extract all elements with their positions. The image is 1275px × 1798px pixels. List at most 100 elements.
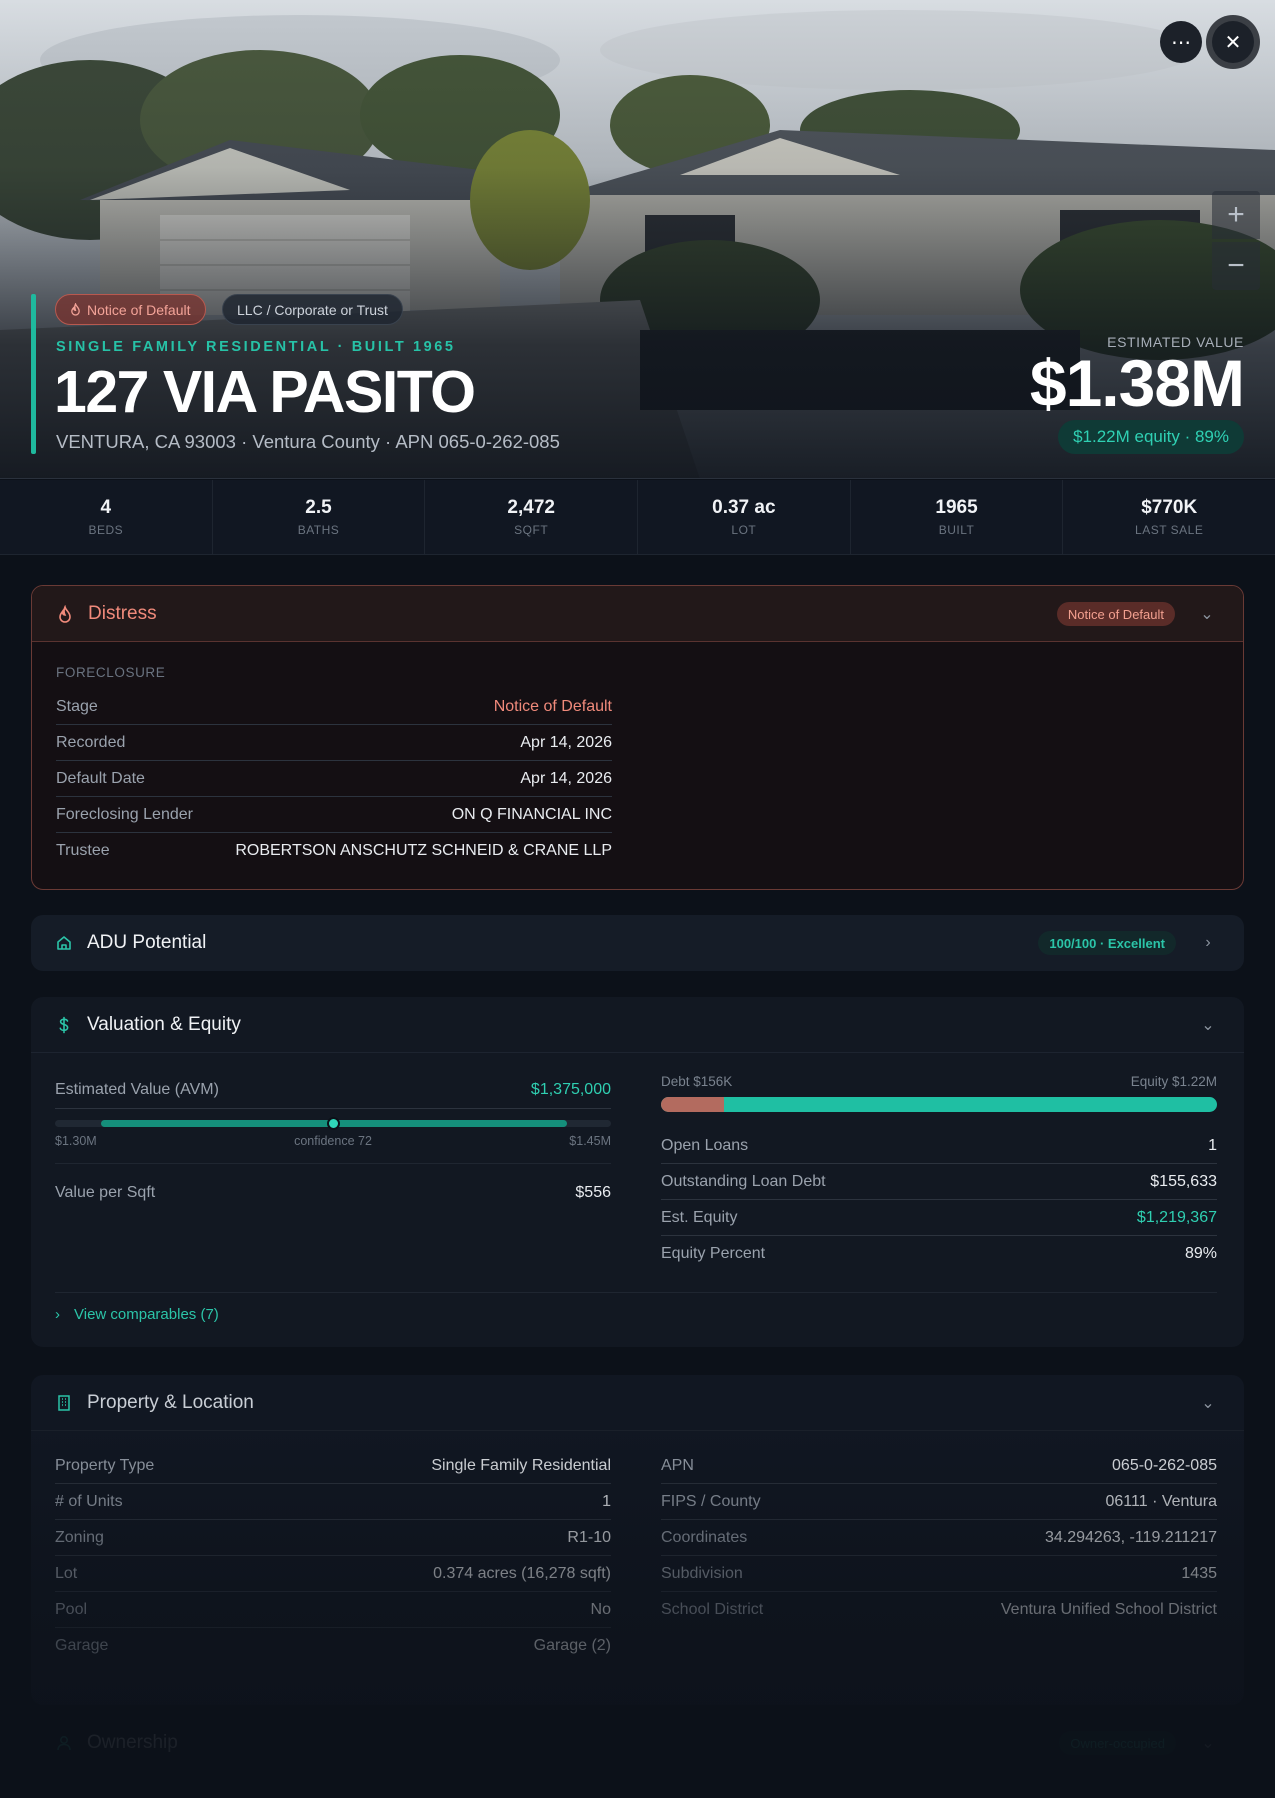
zoom-in-button[interactable]: + [1212, 191, 1260, 239]
property-subtitle: SINGLE FAMILY RESIDENTIAL · BUILT 1965 [56, 339, 456, 355]
kv-key: Equity Percent [661, 1245, 766, 1262]
divider [55, 1292, 1217, 1293]
stat-value: $770K [1141, 497, 1198, 518]
kv-row: Default Date Apr 14, 2026 [56, 761, 612, 797]
kv-row: Open Loans 1 [661, 1128, 1217, 1164]
chevron-right-icon: › [55, 1306, 60, 1323]
property-detail-panel: ⋯ ✕ + − Notice of Default LLC / Corporat… [0, 0, 1275, 1798]
kv-key: Recorded [56, 733, 126, 751]
kv-key: School District [661, 1601, 764, 1618]
valuation-header[interactable]: Valuation & Equity ⌄ [31, 997, 1244, 1053]
kv-key: Foreclosing Lender [56, 805, 193, 823]
distress-header[interactable]: Distress Notice of Default ⌄ [32, 586, 1243, 642]
kv-row: Trustee ROBERTSON ANSCHUTZ SCHNEID & CRA… [56, 833, 612, 869]
kv-row: APN 065-0-262-085 [661, 1448, 1217, 1484]
distress-tag: Notice of Default [55, 294, 206, 325]
more-options-button[interactable]: ⋯ [1160, 21, 1202, 63]
property-header[interactable]: Property & Location ⌄ [31, 1375, 1244, 1431]
avm-range-marker [326, 1117, 340, 1130]
equity-pill: $1.22M equity · 89% [1058, 420, 1244, 454]
stat-label: LOT [731, 523, 757, 537]
owner-type-tag: LLC / Corporate or Trust [222, 294, 403, 325]
kv-row: Value per Sqft $556 [55, 1175, 611, 1211]
kv-key: Pool [55, 1600, 88, 1618]
adu-header[interactable]: ADU Potential 100/100 · Excellent › [31, 915, 1244, 971]
stat-value: 1965 [935, 497, 978, 518]
kv-value: Garage (2) [533, 1637, 611, 1654]
kv-value: 065-0-262-085 [1112, 1456, 1217, 1474]
kv-row: Garage Garage (2) [55, 1628, 611, 1664]
foreclosure-section-label: FORECLOSURE [56, 665, 166, 680]
kv-key: APN [661, 1456, 694, 1474]
view-comparables-link[interactable]: › View comparables (7) [55, 1306, 219, 1323]
ownership-header[interactable]: Ownership Owner-occupied ⌄ [31, 1715, 1244, 1771]
kv-key: Outstanding Loan Debt [661, 1172, 826, 1190]
kv-value: $1,219,367 [1136, 1208, 1217, 1226]
kv-row: Equity Percent 89% [661, 1236, 1217, 1272]
hero-photo: ⋯ ✕ + − Notice of Default LLC / Corporat… [0, 0, 1275, 479]
kv-row: # of Units 1 [55, 1484, 611, 1520]
kv-key: Property Type [55, 1456, 155, 1474]
dollar-icon [59, 1016, 69, 1033]
kv-key: Value per Sqft [55, 1184, 156, 1201]
kv-value: R1-10 [567, 1528, 611, 1546]
avm-label: Estimated Value (AVM) [55, 1081, 219, 1098]
kv-key: Stage [56, 697, 98, 715]
adu-card[interactable]: ADU Potential 100/100 · Excellent › [31, 915, 1244, 971]
kv-value: No [590, 1600, 611, 1618]
stat-label: LAST SALE [1135, 523, 1204, 537]
kv-row: FIPS / County 06111 · Ventura [661, 1484, 1217, 1520]
divider [55, 1163, 611, 1164]
stat-value: 2,472 [507, 497, 555, 518]
chevron-down-icon[interactable]: ⌄ [1197, 604, 1217, 624]
stat-label: BUILT [938, 523, 975, 537]
valuation-card: Valuation & Equity ⌄ Estimated Value (AV… [31, 997, 1244, 1347]
stat-lot: 0.37 ac LOT [638, 480, 851, 554]
flame-icon [71, 303, 80, 316]
kv-row: Zoning R1-10 [55, 1520, 611, 1556]
chevron-down-icon[interactable]: ⌄ [1198, 1393, 1218, 1413]
kv-key: Lot [55, 1564, 78, 1582]
distress-card: Distress Notice of Default ⌄ FORECLOSURE… [31, 585, 1244, 890]
property-card: Property & Location ⌄ Property Type Sing… [31, 1375, 1244, 1705]
avm-range-track [55, 1117, 611, 1130]
property-title: 127 VIA PASITO [54, 359, 476, 425]
kv-row: Property Type Single Family Residential [55, 1448, 611, 1484]
kv-row: Foreclosing Lender ON Q FINANCIAL INC [56, 797, 612, 833]
minus-icon: − [1227, 249, 1245, 282]
stat-beds: 4 BEDS [0, 480, 213, 554]
kv-row: Lot 0.374 acres (16,278 sqft) [55, 1556, 611, 1592]
chevron-down-icon[interactable]: ⌄ [1198, 1015, 1218, 1035]
stats-bar: 4 BEDS 2.5 BATHS 2,472 SQFT 0.37 ac LOT … [0, 480, 1275, 555]
stat-sqft: 2,472 SQFT [425, 480, 639, 554]
close-button[interactable]: ✕ [1212, 21, 1254, 63]
kv-key: Garage [55, 1637, 109, 1654]
zoom-out-button[interactable]: − [1212, 242, 1260, 290]
ownership-badge: Owner-occupied [1059, 1731, 1176, 1755]
kv-row: Pool No [55, 1592, 611, 1628]
distress-badge: Notice of Default [1056, 602, 1175, 626]
kv-value: Apr 14, 2026 [520, 733, 612, 751]
kv-row: Coordinates 34.294263, -119.211217 [661, 1520, 1217, 1556]
estimated-value: $1.38M [1029, 346, 1245, 420]
range-high: $1.45M [569, 1134, 611, 1148]
kv-key: Zoning [55, 1528, 104, 1546]
chevron-right-icon[interactable]: › [1198, 933, 1218, 953]
ellipsis-icon: ⋯ [1171, 31, 1191, 54]
kv-key: Est. Equity [661, 1208, 738, 1226]
kv-value: 89% [1184, 1245, 1217, 1262]
stat-value: 0.37 ac [712, 497, 776, 518]
kv-value: Ventura Unified School District [1000, 1601, 1217, 1618]
kv-key: Subdivision [661, 1564, 743, 1582]
chevron-down-icon[interactable]: ⌄ [1198, 1733, 1218, 1753]
ownership-title: Ownership [87, 1732, 178, 1753]
kv-row: Outstanding Loan Debt $155,633 [661, 1164, 1217, 1200]
equity-label: Equity $1.22M [1130, 1074, 1217, 1089]
ownership-card[interactable]: Ownership Owner-occupied ⌄ [31, 1715, 1244, 1771]
kv-value: ROBERTSON ANSCHUTZ SCHNEID & CRANE LLP [235, 842, 612, 859]
view-comparables-label: View comparables (7) [74, 1306, 219, 1323]
stat-value: 4 [100, 497, 112, 518]
kv-row: Stage Notice of Default [56, 689, 612, 725]
kv-value: 06111 · Ventura [1105, 1492, 1218, 1510]
stat-last-sale: $770K LAST SALE [1063, 480, 1275, 554]
